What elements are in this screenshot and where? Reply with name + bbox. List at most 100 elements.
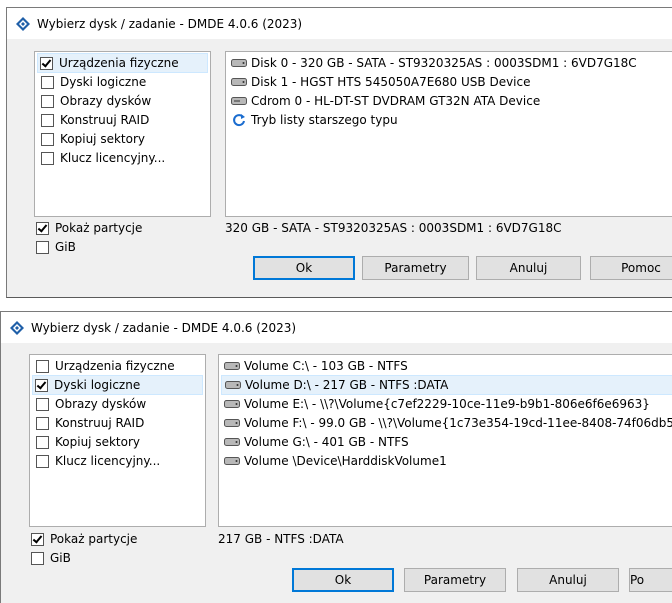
help-button[interactable]: Pomoc (590, 256, 672, 280)
show-partitions-label: Pokaż partycje (50, 532, 138, 546)
show-partitions-label: Pokaż partycje (55, 221, 143, 235)
volume-item-label: Volume E:\ - \\?\Volume{c7ef2229-10ce-11… (244, 397, 650, 411)
device-item-label: Disk 0 - 320 GB - SATA - ST9320325AS : 0… (251, 56, 637, 70)
legacy-list-mode-item[interactable]: Tryb listy starszego typu (228, 111, 672, 129)
volume-item[interactable]: Volume D:\ - 217 GB - NTFS :DATA (221, 375, 672, 395)
volume-item[interactable]: Volume C:\ - 103 GB - NTFS (221, 357, 672, 375)
task-item-label: Konstruuj RAID (60, 113, 150, 127)
task-item-label: Dyski logiczne (60, 75, 147, 89)
volume-item-label: Volume C:\ - 103 GB - NTFS (244, 359, 408, 373)
volume-item[interactable]: Volume E:\ - \\?\Volume{c7ef2229-10ce-11… (221, 395, 672, 413)
task-list: Urządzenia fizyczne Dyski logiczne Obraz… (34, 51, 211, 217)
gib-checkbox[interactable]: GiB (29, 551, 71, 565)
gib-checkbox[interactable]: GiB (34, 240, 76, 254)
parameters-button[interactable]: Parametry (362, 256, 469, 280)
task-item-copy-sectors[interactable]: Kopiuj sektory (39, 130, 206, 148)
title-bar: Wybierz dysk / zadanie - DMDE 4.0.6 (202… (7, 8, 672, 39)
task-item-label: Konstruuj RAID (55, 416, 145, 430)
task-item-label: Urządzenia fizyczne (55, 359, 175, 373)
parameters-button[interactable]: Parametry (404, 568, 506, 592)
window-title: Wybierz dysk / zadanie - DMDE 4.0.6 (202… (31, 320, 297, 335)
optical-drive-icon (231, 97, 247, 105)
checkbox[interactable] (41, 151, 54, 165)
task-item-label: Klucz licencyjny... (60, 151, 166, 165)
checkbox[interactable] (36, 454, 49, 468)
task-item-label: Kopiuj sektory (60, 132, 145, 146)
device-item[interactable]: Disk 0 - 320 GB - SATA - ST9320325AS : 0… (228, 54, 672, 72)
cancel-button[interactable]: Anuluj (476, 256, 581, 280)
checkbox[interactable] (31, 532, 44, 546)
task-list: Urządzenia fizyczne Dyski logiczne Obraz… (29, 354, 206, 527)
checkbox[interactable] (36, 397, 49, 411)
dmde-app-icon (10, 320, 24, 335)
title-bar: Wybierz dysk / zadanie - DMDE 4.0.6 (202… (1, 312, 672, 343)
volume-list: Volume C:\ - 103 GB - NTFS Volume D:\ - … (218, 354, 672, 527)
legacy-list-mode-label: Tryb listy starszego typu (251, 113, 398, 127)
show-partitions-checkbox[interactable]: Pokaż partycje (29, 532, 137, 546)
checkbox[interactable] (36, 359, 49, 373)
volume-item[interactable]: Volume F:\ - 99.0 GB - \\?\Volume{1c73e3… (221, 414, 672, 432)
device-item[interactable]: Disk 1 - HGST HTS 545050A7E680 USB Devic… (228, 73, 672, 91)
checkbox[interactable] (36, 416, 49, 430)
ok-button[interactable]: Ok (292, 568, 394, 592)
hard-drive-icon (224, 400, 240, 408)
hard-drive-icon (224, 419, 240, 427)
hard-drive-icon (231, 59, 247, 67)
checkbox[interactable] (36, 240, 49, 254)
checkbox[interactable] (36, 221, 49, 235)
volume-item-label: Volume \Device\HarddiskVolume1 (244, 454, 447, 468)
ok-button[interactable]: Ok (253, 256, 355, 280)
dmde-app-icon (16, 16, 30, 31)
task-item-label: Dyski logiczne (54, 378, 141, 392)
checkbox[interactable] (41, 132, 54, 146)
refresh-icon (233, 114, 245, 127)
status-text: 320 GB - SATA - ST9320325AS : 0003SDM1 :… (225, 221, 562, 235)
task-item-license-key[interactable]: Klucz licencyjny... (34, 452, 201, 470)
task-item-label: Obrazy dysków (60, 94, 152, 108)
device-item-label: Cdrom 0 - HL-DT-ST DVDRAM GT32N ATA Devi… (251, 94, 541, 108)
task-item-license-key[interactable]: Klucz licencyjny... (39, 149, 206, 167)
checkbox[interactable] (41, 113, 54, 127)
device-item-label: Disk 1 - HGST HTS 545050A7E680 USB Devic… (251, 75, 531, 89)
checkbox[interactable] (31, 551, 44, 565)
gib-label: GiB (55, 240, 76, 254)
help-button[interactable]: Po (629, 568, 672, 592)
checkbox[interactable] (41, 94, 54, 108)
checkbox[interactable] (41, 75, 54, 89)
gib-label: GiB (50, 551, 71, 565)
task-item-label: Obrazy dysków (55, 397, 147, 411)
volume-item[interactable]: Volume G:\ - 401 GB - NTFS (221, 433, 672, 451)
task-item-label: Urządzenia fizyczne (59, 56, 179, 70)
task-item-logical-disks[interactable]: Dyski logiczne (32, 375, 203, 395)
device-item[interactable]: Cdrom 0 - HL-DT-ST DVDRAM GT32N ATA Devi… (228, 92, 672, 110)
status-text: 217 GB - NTFS :DATA (218, 532, 344, 546)
hard-drive-icon (224, 457, 240, 465)
device-list: Disk 0 - 320 GB - SATA - ST9320325AS : 0… (225, 51, 672, 217)
task-item-copy-sectors[interactable]: Kopiuj sektory (34, 433, 201, 451)
window-title: Wybierz dysk / zadanie - DMDE 4.0.6 (202… (37, 16, 303, 31)
checkbox[interactable] (40, 56, 53, 70)
task-item-disk-images[interactable]: Obrazy dysków (39, 92, 206, 110)
hard-drive-icon (225, 381, 241, 389)
show-partitions-checkbox[interactable]: Pokaż partycje (34, 221, 142, 235)
task-item-construct-raid[interactable]: Konstruuj RAID (39, 111, 206, 129)
volume-item-label: Volume D:\ - 217 GB - NTFS :DATA (245, 378, 449, 392)
volume-item-label: Volume F:\ - 99.0 GB - \\?\Volume{1c73e3… (244, 416, 672, 430)
cancel-button[interactable]: Anuluj (517, 568, 619, 592)
volume-item[interactable]: Volume \Device\HarddiskVolume1 (221, 452, 672, 470)
help-button-label: Po (630, 573, 645, 587)
task-item-label: Klucz licencyjny... (55, 454, 161, 468)
task-item-label: Kopiuj sektory (55, 435, 140, 449)
checkbox[interactable] (36, 435, 49, 449)
hard-drive-icon (224, 438, 240, 446)
task-item-physical-devices[interactable]: Urządzenia fizyczne (37, 53, 208, 73)
volume-item-label: Volume G:\ - 401 GB - NTFS (244, 435, 409, 449)
checkbox[interactable] (35, 378, 48, 392)
task-item-physical-devices[interactable]: Urządzenia fizyczne (34, 357, 201, 375)
dialog-logical-disks: Wybierz dysk / zadanie - DMDE 4.0.6 (202… (0, 311, 672, 603)
hard-drive-icon (231, 78, 247, 86)
task-item-logical-disks[interactable]: Dyski logiczne (39, 73, 206, 91)
task-item-construct-raid[interactable]: Konstruuj RAID (34, 414, 201, 432)
dialog-physical-devices: Wybierz dysk / zadanie - DMDE 4.0.6 (202… (6, 7, 672, 298)
task-item-disk-images[interactable]: Obrazy dysków (34, 395, 201, 413)
